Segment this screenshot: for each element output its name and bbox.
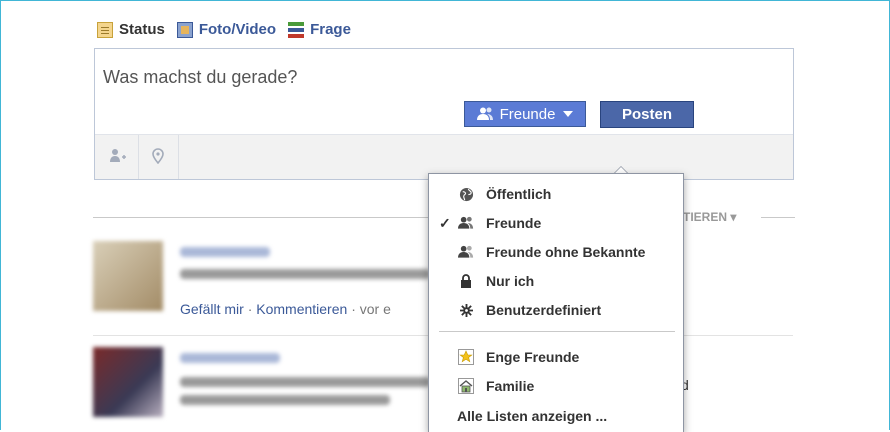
chevron-down-icon (563, 111, 574, 117)
status-icon (97, 21, 113, 38)
tab-question[interactable]: Frage (288, 21, 351, 38)
blurred-name (180, 247, 270, 257)
post-button[interactable]: Posten (600, 101, 694, 128)
friends-icon (476, 107, 493, 120)
avatar[interactable] (93, 241, 163, 311)
menu-item-only-me[interactable]: Nur ich (429, 267, 683, 295)
tab-status[interactable]: Status (97, 21, 165, 38)
menu-item-custom[interactable]: Benutzerdefiniert (429, 296, 683, 324)
blurred-text (180, 395, 390, 405)
menu-item-label: Nur ich (486, 273, 535, 289)
menu-item-friends-except-acquaintances[interactable]: Freunde ohne Bekannte (429, 238, 683, 266)
like-link[interactable]: Gefällt mir (180, 301, 244, 317)
lock-icon (457, 272, 475, 290)
globe-icon (457, 185, 475, 203)
menu-item-label: Benutzerdefiniert (486, 302, 602, 318)
tab-question-label: Frage (310, 21, 351, 38)
friends-except-icon (457, 243, 475, 261)
menu-item-family[interactable]: Familie (429, 372, 683, 400)
menu-item-label: Freunde ohne Bekannte (486, 244, 646, 260)
composer-tabs: Status Foto/Video Frage (97, 21, 363, 38)
status-input-placeholder[interactable]: Was machst du gerade? (103, 67, 297, 88)
menu-item-public[interactable]: Öffentlich (429, 180, 683, 208)
comment-link[interactable]: Kommentieren (256, 301, 347, 317)
menu-item-label: Familie (486, 378, 535, 394)
audience-selector-button[interactable]: Freunde (464, 101, 586, 127)
menu-item-close-friends[interactable]: Enge Freunde (429, 343, 683, 371)
photo-icon (176, 21, 193, 38)
menu-item-label: Öffentlich (486, 186, 552, 202)
sort-label[interactable]: TIEREN ▾ (683, 210, 736, 224)
menu-item-label: Enge Freunde (486, 349, 580, 365)
menu-item-friends[interactable]: ✓ Freunde (429, 209, 683, 237)
tab-status-label: Status (119, 21, 165, 38)
star-icon (457, 348, 475, 366)
feed-divider (93, 217, 431, 218)
blurred-name (180, 353, 280, 363)
tag-friends-icon[interactable] (105, 143, 131, 169)
dot-separator: · (247, 301, 257, 317)
checkmark-icon: ✓ (439, 214, 451, 231)
menu-separator (439, 331, 675, 332)
sort-label-text: TIEREN (683, 210, 728, 224)
menu-item-label: Freunde (486, 215, 542, 231)
location-pin-icon[interactable] (145, 143, 171, 169)
toolbar-separator (138, 135, 139, 179)
screenshot-frame: Status Foto/Video Frage Was machst du ge… (0, 0, 890, 432)
story-actions: Gefällt mir · Kommentieren · vor e (180, 301, 391, 317)
feed-divider (761, 217, 795, 218)
story-time: · vor e (351, 301, 391, 317)
audience-menu: Öffentlich ✓ Freunde Freunde ohne Bekann… (428, 173, 684, 432)
tab-photo-video-label: Foto/Video (198, 21, 277, 38)
tab-photo-video[interactable]: Foto/Video (176, 21, 277, 38)
blurred-text (180, 269, 430, 279)
toolbar-separator (178, 135, 179, 179)
house-icon (457, 377, 475, 395)
avatar[interactable] (93, 347, 163, 417)
question-icon (288, 21, 305, 38)
blurred-text (180, 377, 430, 387)
friends-icon (457, 214, 475, 232)
gear-icon (457, 301, 475, 319)
show-all-lists-link[interactable]: Alle Listen anzeigen ... (457, 408, 607, 424)
audience-selector-label: Freunde (499, 105, 556, 123)
